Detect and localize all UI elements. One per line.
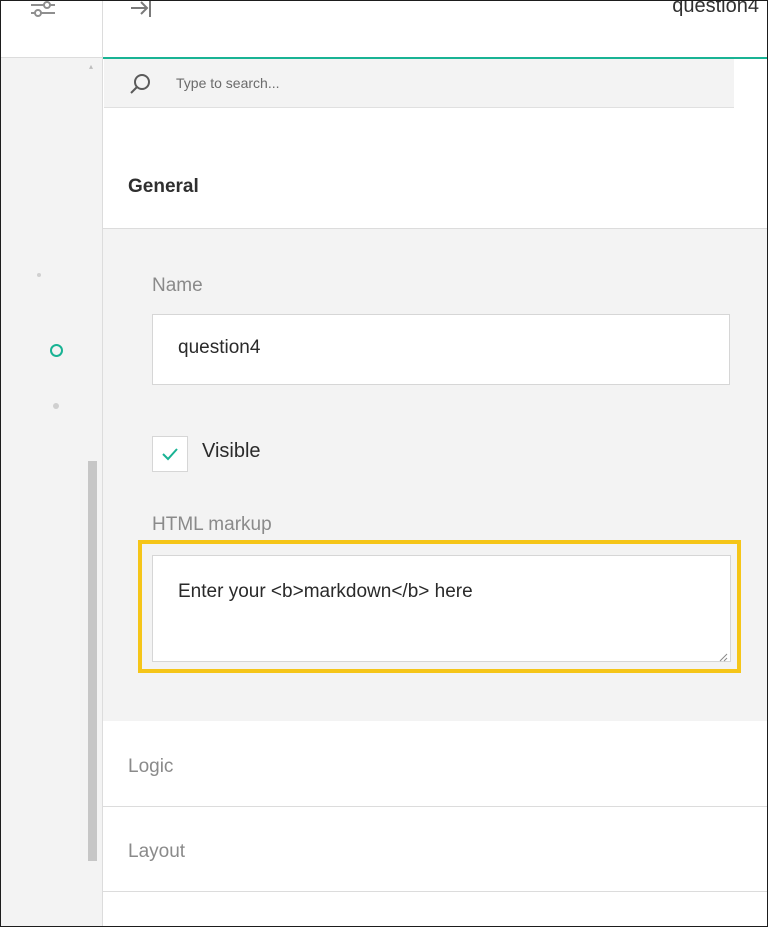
section-general-body: Name question4 Visible HTML markup Enter… <box>103 229 767 721</box>
html-markup-textarea[interactable]: Enter your <b>markdown</b> here <box>152 555 731 662</box>
nav-dot-active[interactable] <box>50 344 63 357</box>
section-logic-header[interactable]: Logic <box>103 722 767 807</box>
name-field[interactable]: question4 <box>152 314 730 385</box>
name-field-value: question4 <box>178 337 261 358</box>
section-title-layout: Layout <box>128 841 186 862</box>
name-label: Name <box>152 275 203 296</box>
section-general-header[interactable]: General <box>103 146 767 229</box>
search-input[interactable]: Type to search... <box>176 75 280 91</box>
rail-top <box>1 1 102 58</box>
search-icon <box>130 73 152 95</box>
section-layout-header[interactable]: Layout <box>103 807 767 892</box>
property-grid-window: ▴ question4 Type to search... General Na… <box>0 0 768 927</box>
nav-dot-inactive[interactable] <box>53 403 59 409</box>
header-title: question4 <box>672 0 759 17</box>
checkmark-icon <box>162 448 178 461</box>
panel-header: question4 <box>103 1 767 59</box>
visible-checkbox[interactable] <box>152 436 188 472</box>
sliders-icon[interactable] <box>29 1 57 23</box>
scroll-up-arrow-icon[interactable]: ▴ <box>89 63 97 71</box>
scrollbar-thumb[interactable] <box>88 461 97 861</box>
left-rail: ▴ <box>1 1 103 926</box>
html-markup-value: Enter your <b>markdown</b> here <box>178 581 473 602</box>
visible-label[interactable]: Visible <box>202 440 261 463</box>
section-title-general: General <box>128 176 199 197</box>
nav-dot-small <box>37 273 41 277</box>
collapse-panel-icon[interactable] <box>129 1 153 21</box>
html-markup-label: HTML markup <box>152 514 272 535</box>
resize-grip-icon[interactable] <box>718 649 728 662</box>
search-bar[interactable]: Type to search... <box>104 59 734 108</box>
section-title-logic: Logic <box>128 756 174 777</box>
